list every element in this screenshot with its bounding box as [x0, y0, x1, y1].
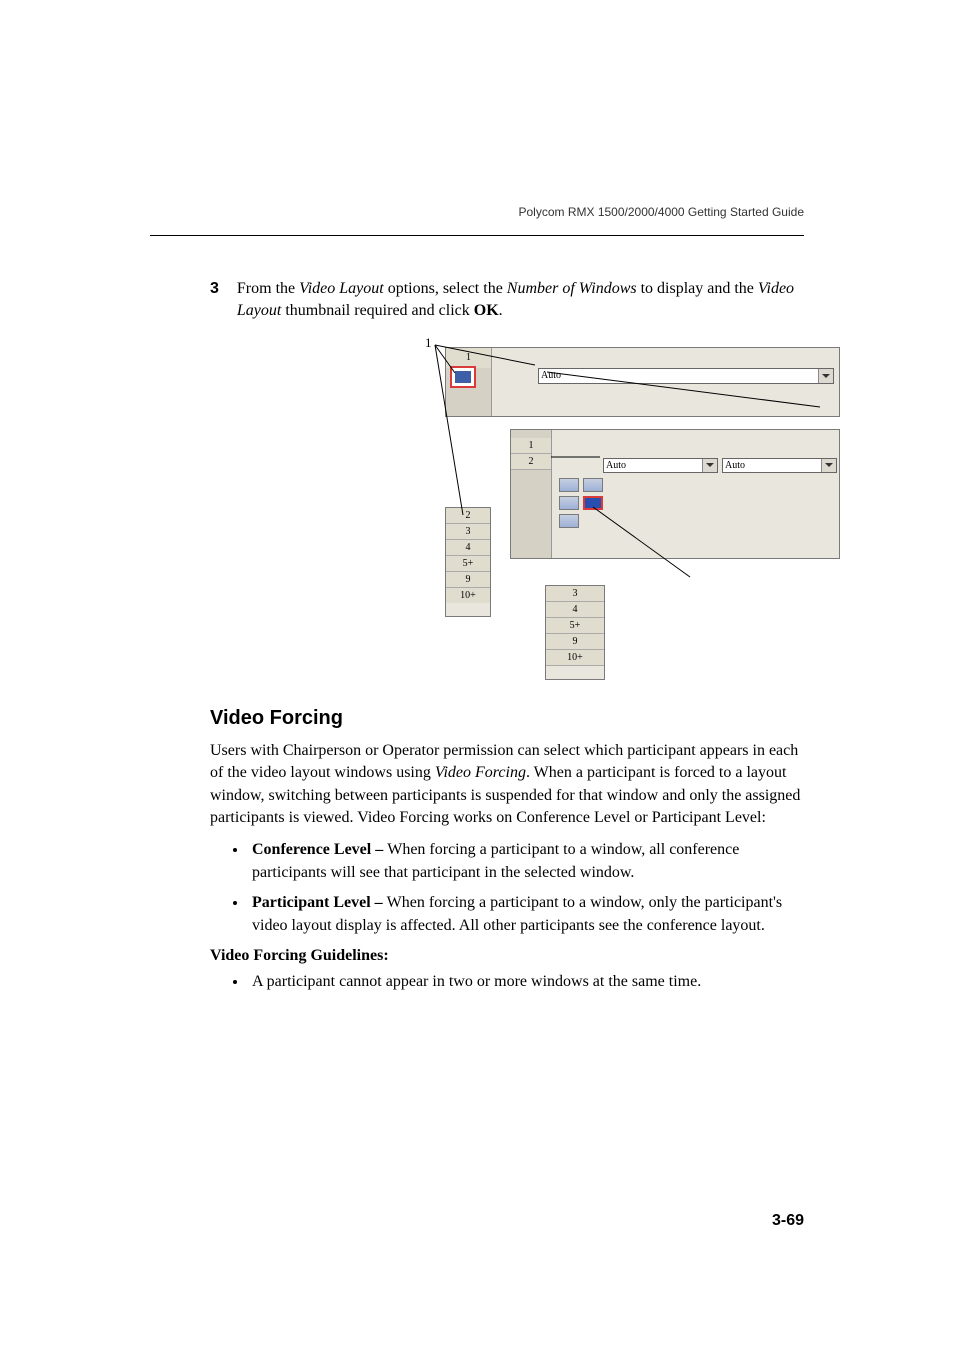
running-header: Polycom RMX 1500/2000/4000 Getting Start… [518, 205, 804, 219]
sidebar-cell[interactable]: 5+ [446, 556, 490, 572]
dropdown-value: Auto [725, 460, 745, 471]
chevron-down-icon[interactable] [702, 459, 717, 472]
sidebar-cell[interactable]: 5+ [546, 618, 604, 634]
layout-thumb[interactable] [559, 514, 579, 528]
sidebar-cell[interactable]: 2 [511, 454, 551, 470]
chevron-down-icon[interactable] [818, 369, 833, 383]
auto-dropdown-back[interactable]: Auto [538, 368, 834, 384]
layout-thumb[interactable] [559, 478, 579, 492]
list-item: Participant Level – When forcing a parti… [248, 892, 804, 937]
auto-dropdown-mid-2[interactable]: Auto [722, 458, 837, 473]
back-sidebar-ext: 2 3 4 5+ 9 10+ [445, 507, 491, 617]
layout-thumb-1[interactable] [450, 366, 476, 388]
thumbnail-selected[interactable] [450, 366, 486, 396]
header-rule [150, 235, 804, 236]
layout-thumb-grid [559, 478, 603, 528]
intro-paragraph: Users with Chairperson or Operator permi… [210, 740, 804, 830]
sidebar-cell[interactable]: 10+ [446, 588, 490, 603]
callout-number: 1 [425, 335, 432, 351]
layout-thumb-selected[interactable] [583, 496, 603, 510]
layout-panel-mid: 1 2 Auto Auto [510, 429, 840, 559]
video-layout-screenshot: 1 1 Auto 2 3 4 5+ 9 10+ 1 [405, 337, 845, 687]
sidebar-cell[interactable]: 2 [446, 508, 490, 524]
dropdown-value: Auto [541, 370, 561, 381]
section-heading: Video Forcing [210, 707, 804, 730]
list-item: A participant cannot appear in two or mo… [248, 971, 804, 993]
level-list: Conference Level – When forcing a partic… [210, 839, 804, 937]
sidebar-cell[interactable]: 3 [546, 586, 604, 602]
layout-panel-front: 3 4 5+ 9 10+ [545, 585, 605, 680]
guidelines-subhead: Video Forcing Guidelines: [210, 947, 804, 965]
sidebar-cell[interactable]: 4 [446, 540, 490, 556]
dropdown-value: Auto [606, 460, 626, 471]
guidelines-list: A participant cannot appear in two or mo… [210, 971, 804, 993]
sidebar-cell[interactable]: 1 [511, 438, 551, 454]
step-text: From the Video Layout options, select th… [237, 278, 804, 323]
layout-thumb[interactable] [583, 478, 603, 492]
layout-thumb[interactable] [559, 496, 579, 510]
sidebar-cell[interactable]: 3 [446, 524, 490, 540]
list-item: Conference Level – When forcing a partic… [248, 839, 804, 884]
layout-panel-back: 1 Auto [445, 347, 840, 417]
sidebar-cell[interactable]: 9 [546, 634, 604, 650]
page-number: 3-69 [772, 1212, 804, 1230]
step-number: 3 [210, 278, 219, 300]
sidebar-cell[interactable]: 1 [446, 348, 491, 368]
sidebar-cell[interactable]: 9 [446, 572, 490, 588]
auto-dropdown-mid-1[interactable]: Auto [603, 458, 718, 473]
mid-sidebar: 1 2 [511, 430, 552, 558]
sidebar-cell[interactable]: 4 [546, 602, 604, 618]
chevron-down-icon[interactable] [821, 459, 836, 472]
numbered-step: 3 From the Video Layout options, select … [210, 278, 804, 323]
sidebar-cell[interactable]: 10+ [546, 650, 604, 666]
